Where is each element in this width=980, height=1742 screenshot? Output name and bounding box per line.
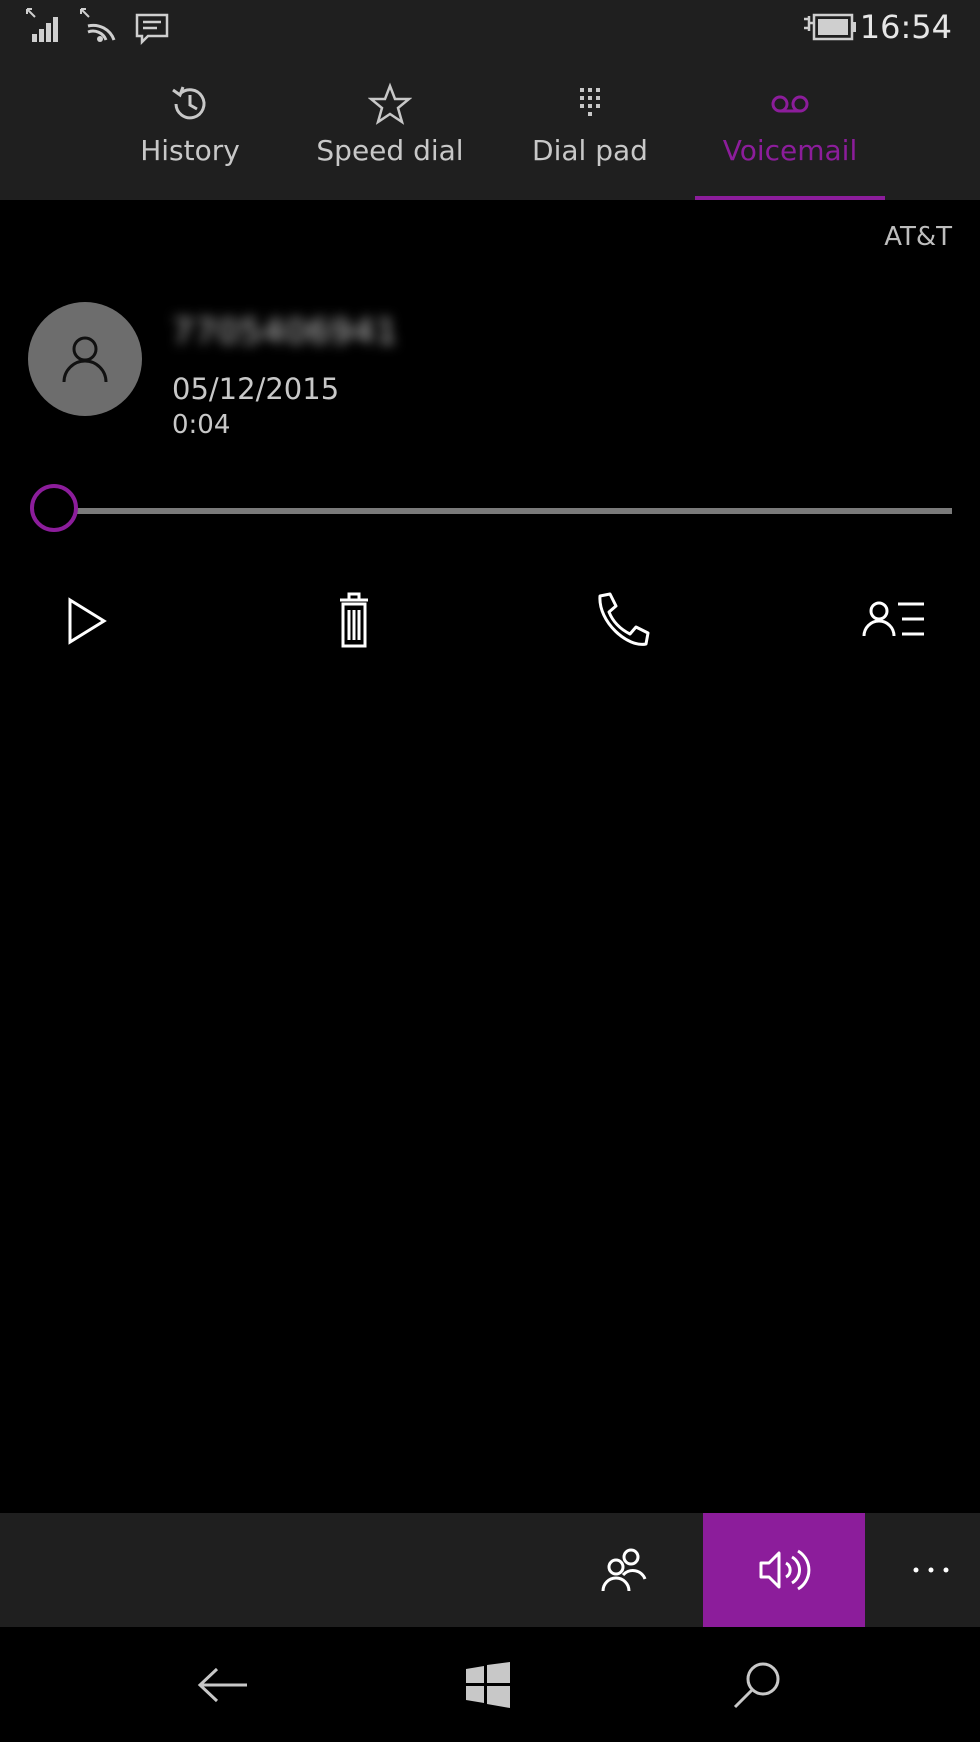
contact-details-icon	[862, 601, 924, 637]
play-icon	[68, 597, 107, 645]
back-button[interactable]	[163, 1627, 283, 1742]
call-back-button[interactable]	[588, 588, 660, 654]
search-button[interactable]	[697, 1627, 817, 1742]
signal-strength-icon	[26, 8, 58, 42]
carrier-label: AT&T	[884, 222, 952, 252]
contact-details-button[interactable]	[858, 588, 930, 654]
person-icon	[62, 336, 108, 383]
tab-label: Dial pad	[532, 134, 648, 167]
more-icon	[913, 1567, 949, 1573]
status-clock: 16:54	[859, 8, 952, 46]
tab-label: Voicemail	[722, 134, 858, 167]
delete-button[interactable]	[318, 588, 390, 654]
speaker-button[interactable]	[703, 1513, 865, 1627]
message-notification-icon	[135, 13, 169, 46]
search-icon	[733, 1662, 780, 1708]
tab-speed-dial[interactable]: Speed dial	[295, 58, 485, 200]
tab-history[interactable]: History	[95, 58, 285, 200]
call-icon	[598, 592, 650, 646]
voicemail-duration: 0:04	[172, 410, 231, 440]
tab-label: History	[140, 134, 240, 167]
seek-track[interactable]	[56, 508, 952, 514]
history-icon	[172, 86, 206, 120]
wifi-icon	[80, 8, 116, 42]
status-bar: 16:54	[0, 0, 980, 58]
delete-icon	[340, 592, 368, 648]
more-button[interactable]	[882, 1513, 980, 1627]
app-bar	[0, 1513, 980, 1627]
voicemail-icon	[771, 95, 809, 113]
battery-charging-icon	[804, 13, 856, 41]
back-icon	[197, 1667, 247, 1702]
tab-voicemail[interactable]: Voicemail	[695, 58, 885, 200]
seek-thumb[interactable]	[30, 484, 78, 532]
voicemail-date: 05/12/2015	[172, 372, 340, 406]
avatar	[28, 302, 142, 416]
star-icon	[368, 82, 412, 125]
tab-label: Speed dial	[316, 134, 464, 167]
play-button[interactable]	[60, 588, 132, 654]
dialpad-icon	[580, 88, 600, 116]
windows-start-icon	[466, 1661, 510, 1708]
caller-number: 7705406941	[172, 312, 399, 352]
start-button[interactable]	[428, 1627, 548, 1742]
contacts-button[interactable]	[574, 1513, 674, 1627]
tab-dial-pad[interactable]: Dial pad	[495, 58, 685, 200]
people-icon	[601, 1548, 647, 1592]
speaker-icon	[759, 1549, 811, 1591]
active-tab-indicator	[695, 196, 885, 200]
phone-tabs: History Speed dial Dial pad Voicemail	[0, 58, 980, 200]
navigation-bar	[0, 1627, 980, 1742]
